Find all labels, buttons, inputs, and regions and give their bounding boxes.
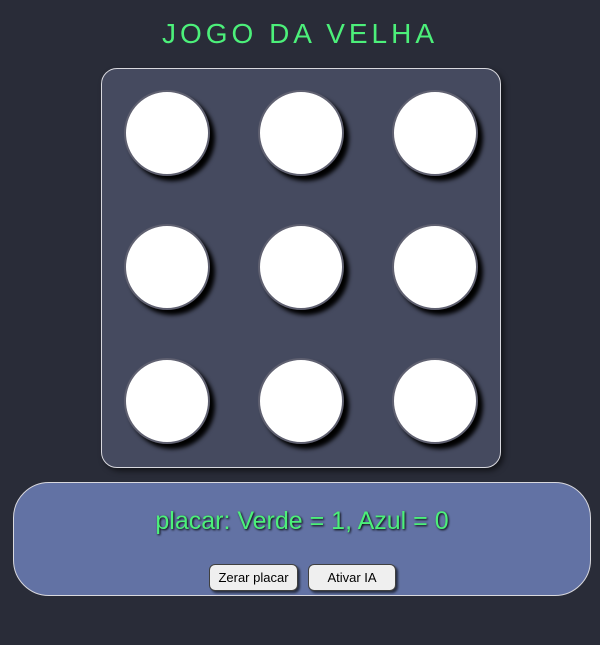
score-text: placar: Verde = 1, Azul = 0 [155, 507, 449, 535]
score-panel: placar: Verde = 1, Azul = 0 Zerar placar… [13, 482, 591, 596]
board-cell-4[interactable] [124, 224, 210, 310]
board-cell-9[interactable] [392, 358, 478, 444]
board-cell-2[interactable] [258, 90, 344, 176]
board-cell-6[interactable] [392, 224, 478, 310]
game-title: JOGO DA VELHA [161, 18, 439, 49]
board-cell-5[interactable] [258, 224, 344, 310]
board-cell-3[interactable] [392, 90, 478, 176]
enable-ai-button[interactable]: Ativar IA [308, 564, 396, 591]
game-board [101, 68, 501, 468]
board-cell-1[interactable] [124, 90, 210, 176]
board-cell-8[interactable] [258, 358, 344, 444]
reset-score-button[interactable]: Zerar placar [209, 564, 298, 591]
board-cell-7[interactable] [124, 358, 210, 444]
